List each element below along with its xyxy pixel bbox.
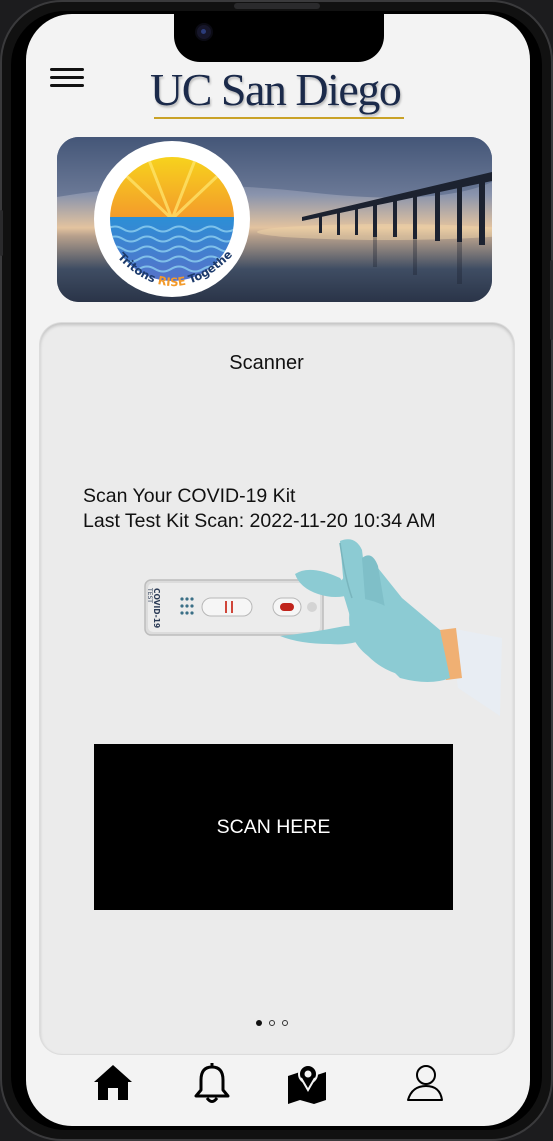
user-icon: [407, 1065, 443, 1101]
home-icon: [94, 1065, 132, 1100]
bell-icon: [194, 1063, 230, 1103]
page-dot[interactable]: [282, 1020, 288, 1026]
map-pin-icon: [288, 1064, 326, 1104]
scanner-title: Scanner: [229, 352, 304, 374]
covid-test-kit-illustration: COVID-19 TEST: [144, 539, 502, 716]
last-scan-timestamp: Last Test Kit Scan: 2022-11-20 10:34 AM: [83, 510, 436, 532]
logo-underline: [154, 117, 404, 119]
pier-scene: Tritons RISE Together: [57, 137, 492, 302]
page-indicator[interactable]: [256, 1020, 288, 1026]
speaker-grille: [234, 3, 320, 9]
scan-kit-label: Scan Your COVID-19 Kit: [83, 485, 296, 507]
tab-home[interactable]: [90, 1060, 136, 1106]
scan-here-button[interactable]: SCAN HERE: [94, 744, 453, 910]
tab-profile[interactable]: [402, 1060, 448, 1106]
ucsd-logo: UC San Diego: [150, 64, 402, 115]
side-button: [0, 210, 3, 256]
front-camera: [195, 23, 213, 41]
campus-banner: Tritons RISE Together: [57, 137, 492, 302]
page-dot[interactable]: [269, 1020, 275, 1026]
tab-notifications[interactable]: [189, 1060, 235, 1106]
tab-map[interactable]: [284, 1060, 330, 1106]
hamburger-menu-icon[interactable]: [50, 66, 84, 90]
kit-sublabel: TEST: [146, 587, 153, 603]
badge-text-rise: RISE: [157, 273, 187, 289]
scan-instructions: Scan Your COVID-19 Kit Last Test Kit Sca…: [83, 484, 436, 534]
page-dot-active[interactable]: [256, 1020, 262, 1026]
